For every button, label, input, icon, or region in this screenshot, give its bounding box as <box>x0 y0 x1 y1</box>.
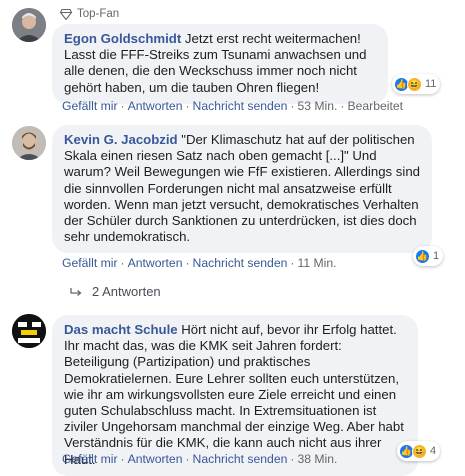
like-link[interactable]: Gefällt mir <box>62 452 118 466</box>
comment-actions: Gefällt mir · Antworten · Nachricht senden · 5… <box>62 99 404 113</box>
comment-bubble: Egon Goldschmidt Jetzt erst recht weiter… <box>52 24 388 104</box>
comment-author[interactable]: Egon Goldschmidt <box>64 31 181 46</box>
send-message-link[interactable]: Nachricht senden <box>193 99 288 113</box>
reply-link[interactable]: Antworten <box>128 99 183 113</box>
avatar-egon-goldschmidt[interactable] <box>12 8 46 42</box>
reaction-count: 11 <box>425 78 437 90</box>
comment-text: "Der Klimaschutz hat auf der politischen… <box>64 132 420 245</box>
reply-arrow-icon <box>70 287 82 296</box>
page-logo-icon <box>12 314 46 348</box>
haha-icon: 😆 <box>407 76 422 92</box>
edited-label[interactable]: Bearbeitet <box>347 99 403 113</box>
comment-actions: Gefällt mir · Antworten · Nachricht senden · 1… <box>62 256 337 270</box>
reaction-summary[interactable]: 👍 1 <box>413 246 444 266</box>
person-photo-icon <box>12 8 46 42</box>
comment-actions: Gefällt mir · Antworten · Nachricht senden · 3… <box>62 452 338 466</box>
replies-count-label: 2 Antworten <box>92 284 161 299</box>
comment-author[interactable]: Das macht Schule <box>64 322 178 337</box>
timestamp[interactable]: 11 Min. <box>297 256 336 270</box>
like-link[interactable]: Gefällt mir <box>62 99 118 113</box>
reaction-count: 4 <box>430 445 437 457</box>
reaction-count: 1 <box>433 250 440 262</box>
top-fan-badge: Top-Fan <box>60 8 119 20</box>
view-replies-link[interactable]: 2 Antworten <box>70 284 161 299</box>
timestamp[interactable]: 38 Min. <box>297 452 337 466</box>
reaction-summary[interactable]: 👍 😆 11 <box>392 74 441 94</box>
haha-icon: 😆 <box>412 443 427 459</box>
comment-author[interactable]: Kevin G. Jacobzid <box>64 132 178 147</box>
like-link[interactable]: Gefällt mir <box>62 256 118 270</box>
send-message-link[interactable]: Nachricht senden <box>193 452 288 466</box>
avatar-das-macht-schule[interactable] <box>12 314 46 348</box>
diamond-icon <box>60 8 72 20</box>
reaction-summary[interactable]: 👍 😆 4 <box>397 441 441 461</box>
reply-link[interactable]: Antworten <box>128 452 183 466</box>
comment-text: Hört nicht auf, bevor ihr Erfolg hattet.… <box>64 322 404 467</box>
avatar-kevin-jacobzid[interactable] <box>12 126 46 160</box>
comment-bubble: Kevin G. Jacobzid "Der Klimaschutz hat a… <box>52 125 432 254</box>
person-photo-icon <box>12 126 46 160</box>
reply-link[interactable]: Antworten <box>128 256 183 270</box>
like-icon: 👍 <box>415 248 430 264</box>
send-message-link[interactable]: Nachricht senden <box>193 256 288 270</box>
badge-label: Top-Fan <box>77 8 120 20</box>
timestamp[interactable]: 53 Min. <box>297 99 337 113</box>
